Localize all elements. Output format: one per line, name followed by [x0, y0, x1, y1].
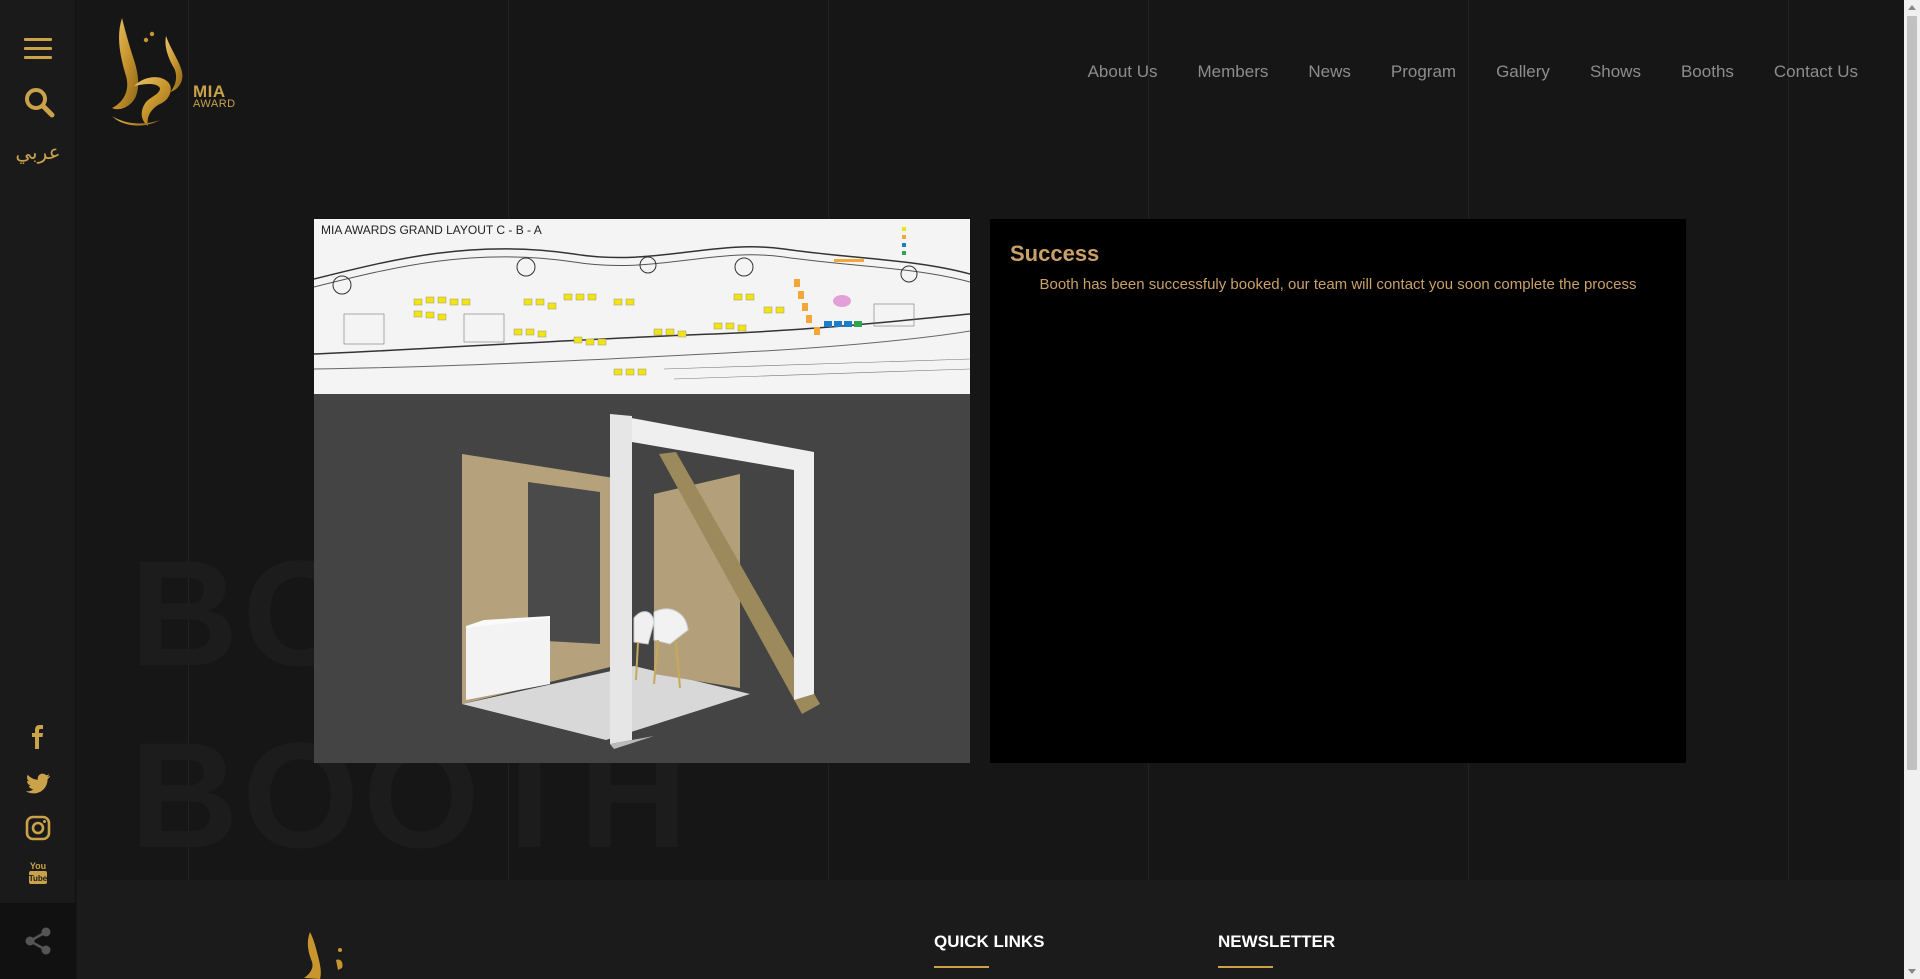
floorplan-image: MIA AWARDS GRAND LAYOUT C - B - A: [314, 219, 970, 394]
scroll-down-arrow-icon[interactable]: [1908, 969, 1916, 974]
footer-logo[interactable]: [300, 930, 360, 979]
nav-about-us[interactable]: About Us: [1088, 62, 1158, 82]
instagram-icon[interactable]: [24, 814, 52, 842]
nav-program[interactable]: Program: [1391, 62, 1456, 82]
page: BO BOOTH عربي You Tube MIA AWARD About U…: [0, 0, 1920, 979]
mia-award-logo[interactable]: [104, 16, 264, 131]
svg-text:You: You: [30, 861, 46, 871]
scroll-up-arrow-icon[interactable]: [1908, 5, 1916, 10]
newsletter-underline: [1218, 966, 1273, 968]
share-icon[interactable]: [22, 925, 54, 957]
guide-line: [1788, 0, 1789, 880]
brand-subtitle: AWARD: [193, 98, 236, 110]
sidebar: عربي You Tube: [0, 0, 76, 979]
hamburger-menu-icon[interactable]: [24, 38, 52, 62]
main-nav: About Us Members News Program Gallery Sh…: [1048, 62, 1858, 82]
page-scrollbar[interactable]: [1904, 0, 1920, 979]
svg-text:Tube: Tube: [29, 874, 48, 883]
nav-booths[interactable]: Booths: [1681, 62, 1734, 82]
search-icon[interactable]: [23, 86, 55, 118]
share-box: [0, 903, 76, 979]
booking-result-panel: Success Booth has been successfuly booke…: [990, 219, 1686, 763]
nav-contact-us[interactable]: Contact Us: [1774, 62, 1858, 82]
nav-gallery[interactable]: Gallery: [1496, 62, 1550, 82]
youtube-icon[interactable]: You Tube: [24, 859, 52, 887]
booth-media: MIA AWARDS GRAND LAYOUT C - B - A: [314, 219, 970, 763]
footer-quick-links-heading: QUICK LINKS: [934, 932, 1045, 951]
footer-newsletter-heading: NEWSLETTER: [1218, 932, 1336, 951]
nav-members[interactable]: Members: [1198, 62, 1269, 82]
nav-shows[interactable]: Shows: [1590, 62, 1641, 82]
result-message: Booth has been successfuly booked, our t…: [1039, 276, 1637, 293]
scrollbar-thumb[interactable]: [1907, 16, 1917, 770]
facebook-icon[interactable]: [24, 723, 52, 751]
nav-news[interactable]: News: [1308, 62, 1351, 82]
quick-links-underline: [934, 966, 989, 968]
booth-render-image: [314, 394, 970, 763]
language-switch[interactable]: عربي: [0, 140, 76, 164]
twitter-icon[interactable]: [24, 769, 52, 797]
result-title: Success: [1010, 241, 1100, 266]
